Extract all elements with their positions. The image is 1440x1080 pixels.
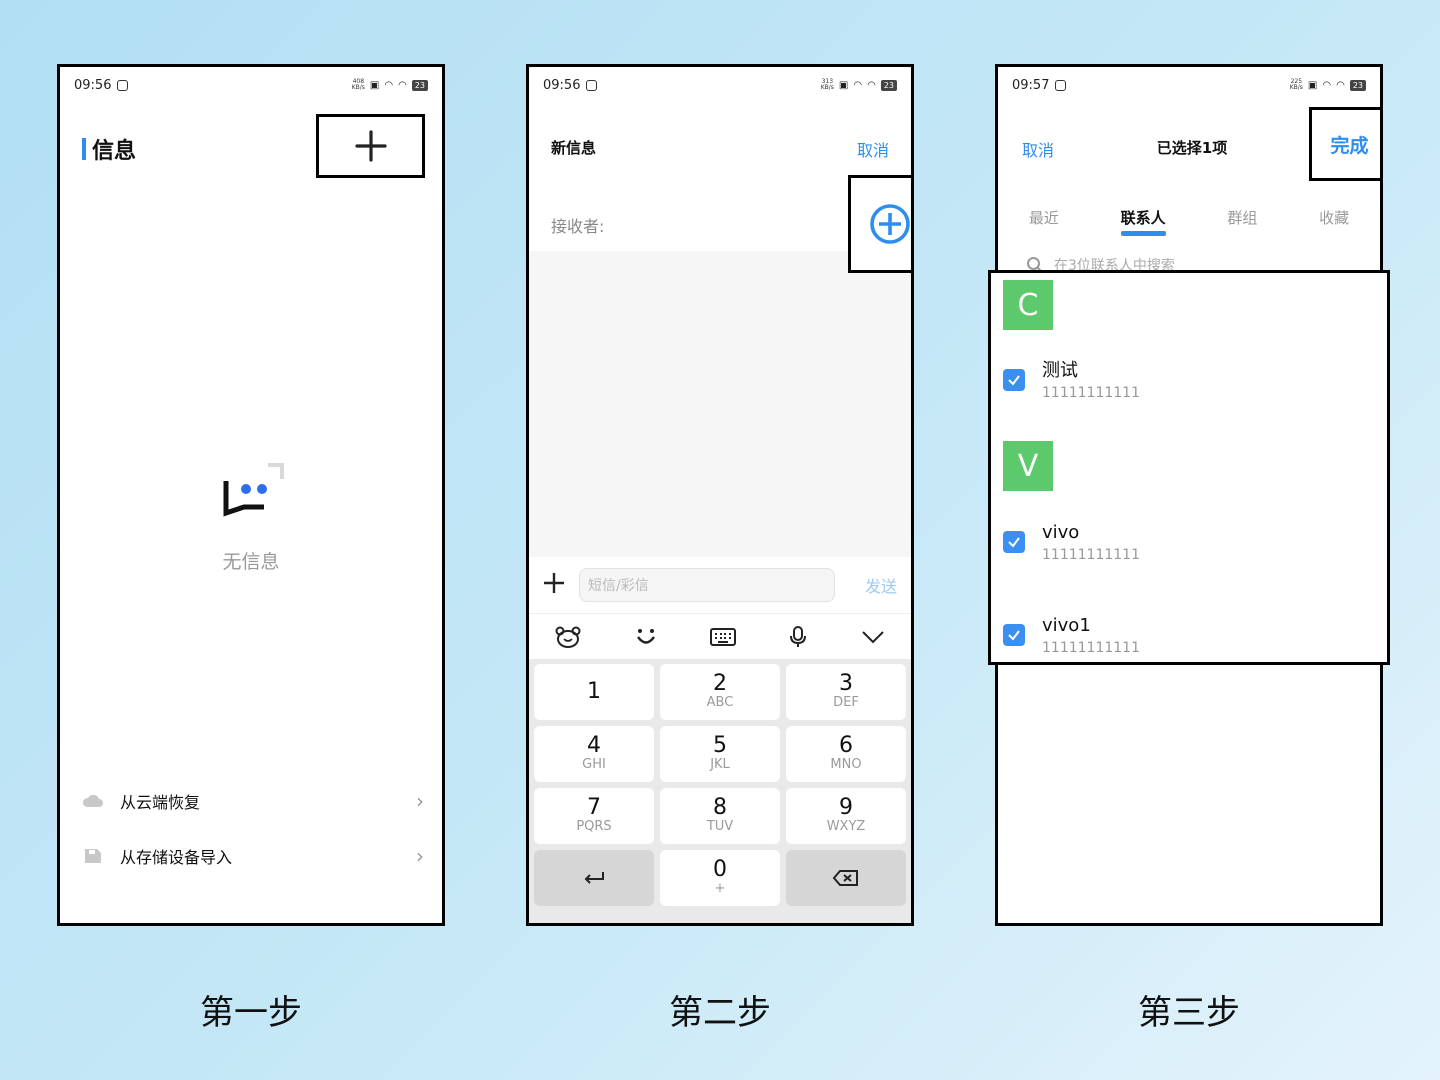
sim-icon: ▣ xyxy=(369,79,380,91)
backspace-icon xyxy=(832,870,858,886)
backspace-key[interactable] xyxy=(786,850,906,906)
key-8[interactable]: 9 WXYZ xyxy=(786,788,906,844)
network-speed: 313 KB/s xyxy=(820,78,834,91)
checkmark-icon xyxy=(1008,375,1020,386)
keyboard-toolbar xyxy=(529,613,911,659)
contact-tabs: 最近 联系人 群组 收藏 xyxy=(998,207,1380,236)
contacts-list: C 测试 11111111111 V vivo 11111111111 vivo… xyxy=(988,270,1390,665)
restore-label: 从云端恢复 xyxy=(120,793,201,812)
sim-icon: ▣ xyxy=(838,79,849,91)
send-button[interactable]: 发送 xyxy=(865,573,897,597)
microphone-icon[interactable] xyxy=(788,625,808,648)
contact-item-ceshi[interactable]: 测试 11111111111 xyxy=(1003,359,1140,403)
bear-emoji-icon[interactable] xyxy=(555,626,581,648)
key-2[interactable]: 3 DEF xyxy=(786,664,906,720)
hd-icon xyxy=(586,79,598,91)
status-bar: 09:56 313 KB/s ▣ ◠ ◠ 23 xyxy=(543,73,897,97)
hd-icon xyxy=(1055,79,1067,91)
restore-from-cloud-item[interactable]: 从云端恢复 › xyxy=(82,785,424,817)
add-circle-icon xyxy=(869,204,910,244)
cancel-button[interactable]: 取消 xyxy=(1022,137,1054,161)
contact-item-vivo1[interactable]: vivo1 11111111111 xyxy=(1003,614,1140,658)
chevron-down-icon[interactable] xyxy=(861,630,885,644)
wifi-icon: ◠ xyxy=(853,79,863,91)
phone-step-2: 09:56 313 KB/s ▣ ◠ ◠ 23 新信息 取消 接收者: 短信/彩信… xyxy=(526,64,914,926)
battery-icon: 23 xyxy=(880,79,897,91)
cancel-button[interactable]: 取消 xyxy=(857,137,889,161)
key-3[interactable]: 4 GHI xyxy=(534,726,654,782)
new-message-button[interactable] xyxy=(316,114,425,178)
key-5[interactable]: 6 MNO xyxy=(786,726,906,782)
checkbox-checked[interactable] xyxy=(1003,624,1025,646)
step-caption-1: 第一步 xyxy=(200,993,302,1033)
section-letter-v: V xyxy=(1003,441,1053,491)
network-speed: 408 KB/s xyxy=(351,78,365,91)
status-time: 09:56 xyxy=(543,77,581,93)
key-0[interactable]: 1 xyxy=(534,664,654,720)
contact-name: vivo xyxy=(1042,522,1080,543)
smiley-icon[interactable] xyxy=(634,626,658,648)
page-title: 信息 xyxy=(82,133,136,165)
key-4[interactable]: 5 JKL xyxy=(660,726,780,782)
attach-plus-icon[interactable] xyxy=(543,571,565,599)
recipient-field[interactable]: 接收者: xyxy=(551,213,604,237)
contact-name: vivo1 xyxy=(1042,615,1091,636)
enter-key[interactable] xyxy=(534,850,654,906)
wifi-icon: ◠ xyxy=(1322,79,1332,91)
checkmark-icon xyxy=(1008,537,1020,548)
battery-icon: 23 xyxy=(411,79,428,91)
storage-icon xyxy=(85,849,101,863)
wifi-icon: ◠ xyxy=(398,79,407,91)
contact-number: 11111111111 xyxy=(1042,547,1140,563)
wifi-icon: ◠ xyxy=(384,79,394,91)
status-time: 09:57 xyxy=(1012,77,1050,93)
chevron-right-icon: › xyxy=(416,789,424,813)
checkbox-checked[interactable] xyxy=(1003,531,1025,553)
wifi-icon: ◠ xyxy=(1336,79,1345,91)
done-button[interactable]: 完成 xyxy=(1309,107,1380,181)
network-speed: 225 KB/s xyxy=(1289,78,1303,91)
section-letter-c: C xyxy=(1003,280,1053,330)
hd-icon xyxy=(117,79,129,91)
contact-item-vivo[interactable]: vivo 11111111111 xyxy=(1003,521,1140,565)
phone-step-1: 09:56 408 KB/s ▣ ◠ ◠ 23 信息 无信息 从云端恢复 › 从… xyxy=(57,64,445,926)
step-caption-2: 第二步 xyxy=(669,993,771,1033)
empty-state-text: 无信息 xyxy=(222,551,280,573)
enter-icon xyxy=(584,872,604,884)
tab-groups[interactable]: 群组 xyxy=(1227,207,1257,234)
empty-messages-icon xyxy=(223,463,284,517)
step-caption-3: 第三步 xyxy=(1138,993,1240,1033)
conversation-area xyxy=(529,251,911,557)
import-label: 从存储设备导入 xyxy=(120,848,233,867)
status-bar: 09:57 225 KB/s ▣ ◠ ◠ 23 xyxy=(1012,73,1366,97)
number-keypad: 1 2 ABC 3 DEF 4 GHI 5 JKL 6 MNO 7 PQRS 8 TUV 9 WXYZ 0 + xyxy=(529,659,911,923)
key-6[interactable]: 7 PQRS xyxy=(534,788,654,844)
title-accent-bar xyxy=(82,138,86,160)
status-time: 09:56 xyxy=(74,77,112,93)
tab-recent[interactable]: 最近 xyxy=(1029,207,1059,234)
compose-bar: 短信/彩信 发送 xyxy=(529,557,911,613)
page-title: 新信息 xyxy=(551,139,597,157)
contact-name: 测试 xyxy=(1042,360,1078,381)
sim-icon: ▣ xyxy=(1307,79,1318,91)
key-1[interactable]: 2 ABC xyxy=(660,664,780,720)
status-bar: 09:56 408 KB/s ▣ ◠ ◠ 23 xyxy=(74,73,428,97)
tab-contacts[interactable]: 联系人 xyxy=(1120,207,1166,236)
key-7[interactable]: 8 TUV xyxy=(660,788,780,844)
cloud-icon xyxy=(82,794,103,807)
message-input[interactable]: 短信/彩信 xyxy=(579,568,835,602)
keyboard-icon[interactable] xyxy=(709,627,736,647)
contact-number: 11111111111 xyxy=(1042,640,1140,656)
battery-icon: 23 xyxy=(1349,79,1366,91)
checkbox-checked[interactable] xyxy=(1003,369,1025,391)
add-contact-button[interactable] xyxy=(848,175,911,273)
contact-number: 11111111111 xyxy=(1042,385,1140,401)
plus-icon xyxy=(354,130,387,162)
wifi-icon: ◠ xyxy=(867,79,876,91)
checkmark-icon xyxy=(1008,630,1020,641)
chevron-right-icon: › xyxy=(416,844,424,868)
key-10[interactable]: 0 + xyxy=(660,850,780,906)
import-from-storage-item[interactable]: 从存储设备导入 › xyxy=(82,840,424,872)
tab-favorites[interactable]: 收藏 xyxy=(1319,207,1349,234)
